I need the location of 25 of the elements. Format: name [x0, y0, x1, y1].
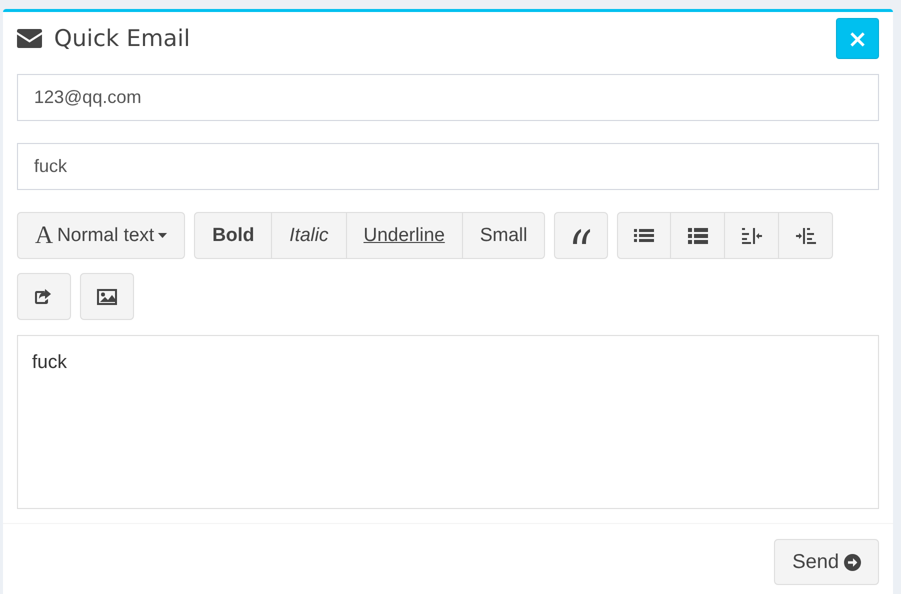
- outdent-icon: [742, 226, 762, 244]
- text-style-dropdown[interactable]: A Normal text: [17, 212, 186, 259]
- bold-button[interactable]: Bold: [194, 212, 272, 259]
- send-button[interactable]: Send: [774, 539, 879, 585]
- indent-button[interactable]: [779, 212, 834, 259]
- message-editor[interactable]: fuck: [17, 335, 879, 509]
- small-button[interactable]: Small: [462, 212, 546, 259]
- arrow-circle-icon: [844, 554, 861, 570]
- dialog-title: Quick Email: [54, 26, 190, 52]
- bullet-list-button[interactable]: [617, 212, 672, 259]
- image-button[interactable]: [80, 273, 134, 320]
- caret-icon: [158, 233, 168, 238]
- link-button[interactable]: [17, 273, 71, 320]
- subject-field[interactable]: fuck: [17, 143, 879, 190]
- list-icon: [634, 226, 654, 244]
- outdent-button[interactable]: [725, 212, 780, 259]
- number-list-button[interactable]: [671, 212, 726, 259]
- image-icon: [97, 288, 117, 306]
- envelope-icon: [17, 29, 42, 48]
- underline-button[interactable]: Underline: [346, 212, 463, 259]
- quote-button[interactable]: [554, 212, 608, 259]
- recipient-field[interactable]: 123@qq.com: [17, 74, 879, 121]
- indent-icon: [796, 226, 816, 244]
- italic-button[interactable]: Italic: [272, 212, 346, 259]
- list-icon: [688, 226, 708, 244]
